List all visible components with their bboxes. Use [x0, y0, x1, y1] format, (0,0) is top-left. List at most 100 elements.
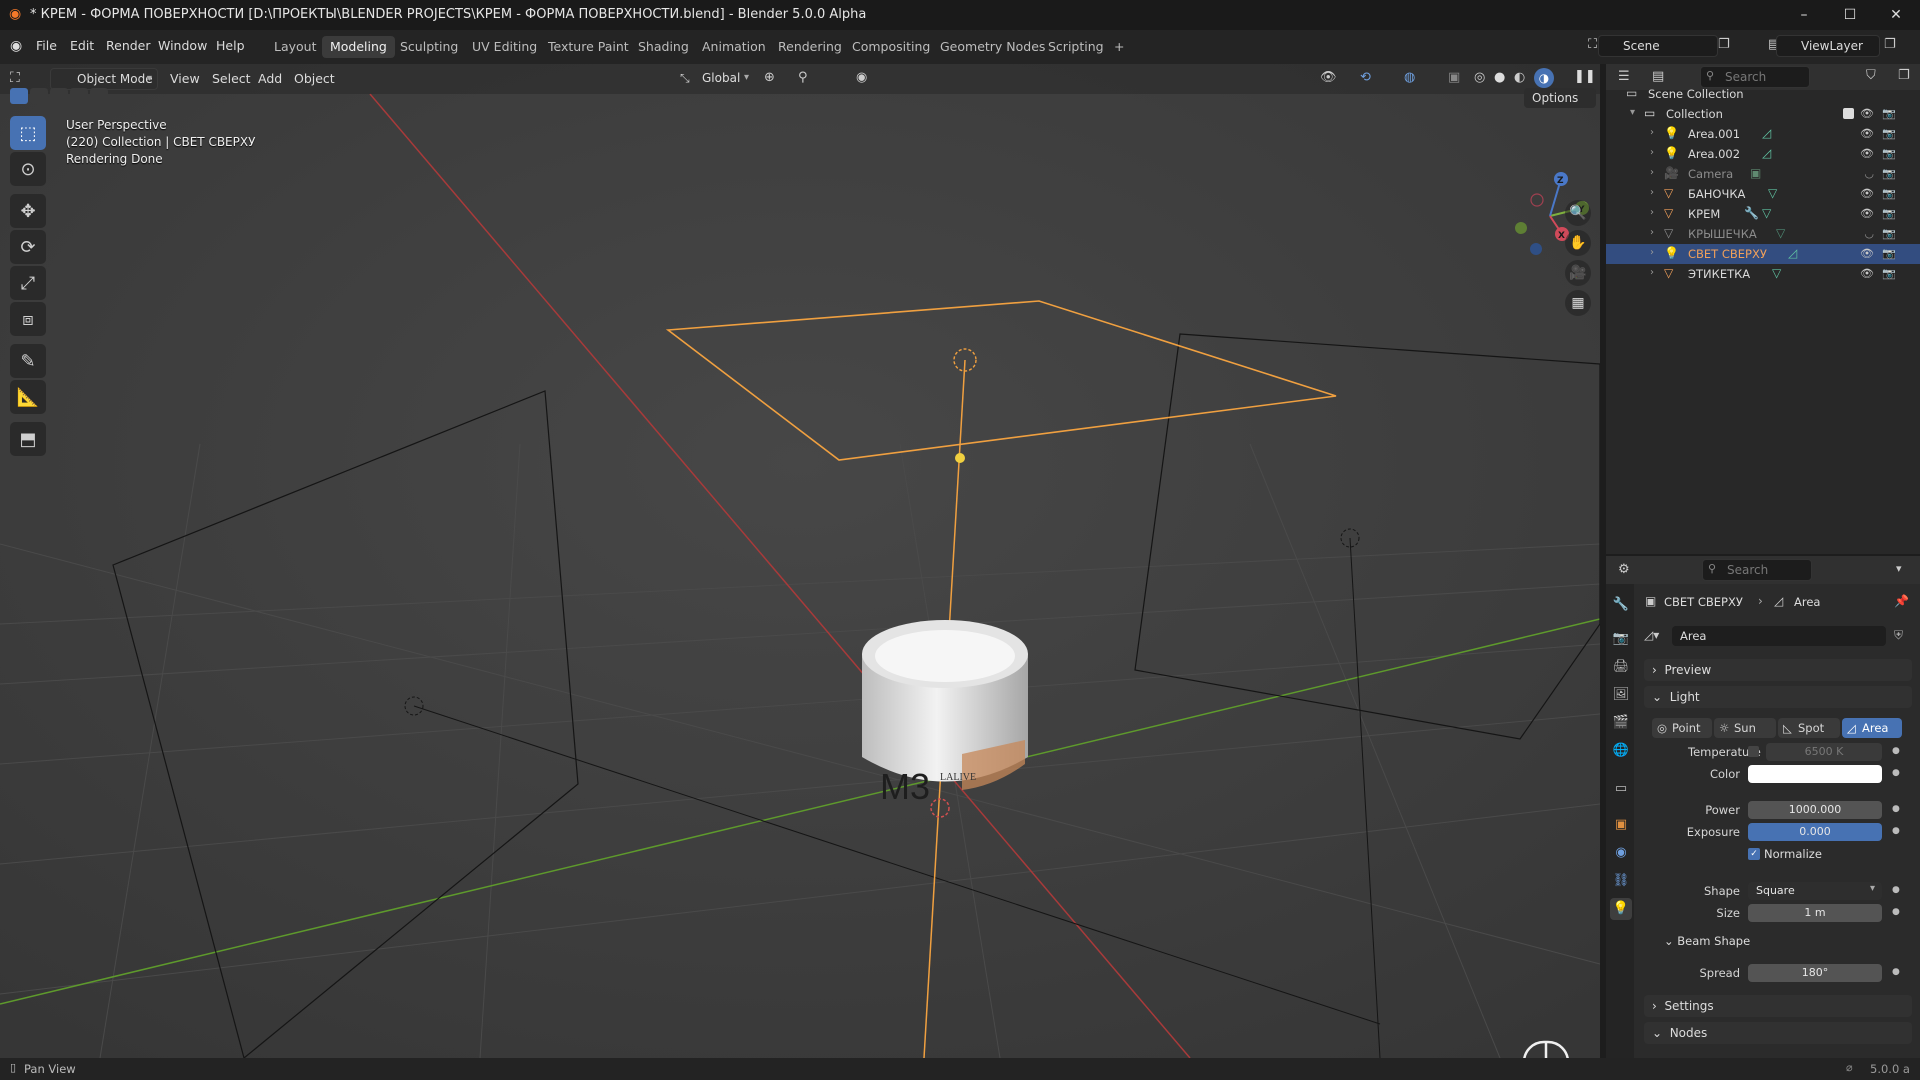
- gizmo-toggle-icon[interactable]: ⟲: [1360, 70, 1371, 85]
- pivot-icon[interactable]: ⊕: [764, 70, 775, 85]
- visibility-icon[interactable]: 👁: [1860, 267, 1874, 280]
- snap-icon[interactable]: ⚲: [798, 70, 808, 85]
- pan-view-icon[interactable]: ✋: [1565, 230, 1591, 256]
- menu-add[interactable]: Add: [258, 71, 282, 86]
- outliner-item-area-002[interactable]: › 💡 Area.002 ◿ 👁 📷: [1606, 144, 1920, 164]
- datablock-type-icon[interactable]: ◿▾: [1644, 628, 1659, 642]
- render-icon[interactable]: 📷: [1882, 247, 1896, 260]
- size-field[interactable]: 1 m: [1748, 904, 1882, 922]
- menu-view[interactable]: View: [170, 71, 200, 86]
- shading-material-icon[interactable]: ◐: [1514, 70, 1525, 85]
- editor-type-icon[interactable]: ⛶: [10, 70, 20, 86]
- expand-icon[interactable]: ›: [1650, 227, 1654, 238]
- cursor-tool-icon[interactable]: ⊙: [10, 152, 46, 186]
- 3d-viewport[interactable]: M3 LALIVE Y Z X: [0, 64, 1600, 1058]
- pause-render-icon[interactable]: ❚❚: [1574, 69, 1596, 84]
- exposure-field[interactable]: 0.000: [1748, 823, 1882, 841]
- collection-visibility-icon[interactable]: 👁: [1860, 107, 1874, 120]
- visibility-icon[interactable]: 👁: [1320, 70, 1337, 85]
- tab-world-icon[interactable]: 🌐: [1610, 740, 1632, 762]
- tab-compositing[interactable]: Compositing: [844, 36, 938, 58]
- new-scene-icon[interactable]: ❐: [1718, 37, 1730, 52]
- settings-panel-header[interactable]: › Settings: [1644, 995, 1912, 1017]
- hidden-icon[interactable]: ◡: [1864, 167, 1874, 180]
- tab-collection-icon[interactable]: ▭: [1610, 778, 1632, 800]
- visibility-icon[interactable]: 👁: [1860, 147, 1874, 160]
- tab-physics-icon[interactable]: ◉: [1610, 842, 1632, 864]
- properties-search-input[interactable]: Search: [1702, 559, 1812, 581]
- collection-row[interactable]: ▾ ▭ Collection 👁 📷: [1606, 104, 1920, 124]
- tab-view-layer-icon[interactable]: 🖼: [1610, 684, 1632, 706]
- beam-shape-subpanel-header[interactable]: ⌄ Beam Shape: [1664, 934, 1750, 948]
- select-box-tool-icon[interactable]: ⬚: [10, 116, 46, 150]
- outliner-item-svet-sverkhu[interactable]: › 💡 СВЕТ СВЕРХУ ◿ 👁 📷: [1606, 244, 1920, 264]
- menu-help[interactable]: Help: [216, 38, 245, 53]
- light-type-sun[interactable]: ☼ Sun: [1714, 718, 1776, 738]
- scene-selector[interactable]: Scene: [1598, 35, 1718, 57]
- menu-object[interactable]: Object: [294, 71, 335, 86]
- menu-file[interactable]: File: [36, 38, 57, 53]
- scale-tool-icon[interactable]: ⤢: [10, 266, 46, 300]
- properties-editor-icon[interactable]: ⚙: [1618, 562, 1630, 577]
- shading-solid-icon[interactable]: ●: [1494, 70, 1505, 85]
- normalize-checkbox[interactable]: ✓: [1748, 848, 1760, 860]
- collection-include-checkbox[interactable]: [1843, 108, 1854, 119]
- annotate-tool-icon[interactable]: ✎: [10, 344, 46, 378]
- color-swatch[interactable]: [1748, 765, 1882, 783]
- expand-icon[interactable]: ›: [1650, 127, 1654, 138]
- select-new-icon[interactable]: [10, 88, 28, 104]
- light-panel-header[interactable]: ⌄ Light: [1644, 686, 1912, 708]
- keyframe-dot-icon[interactable]: ●: [1892, 826, 1900, 836]
- transform-tool-icon[interactable]: ⧈: [10, 302, 46, 336]
- new-collection-icon[interactable]: ❐: [1898, 68, 1910, 83]
- shading-wireframe-icon[interactable]: ◎: [1474, 70, 1485, 85]
- overlay-toggle-icon[interactable]: ◍: [1404, 70, 1415, 85]
- outliner-display-mode-icon[interactable]: ▤: [1652, 69, 1664, 84]
- menu-edit[interactable]: Edit: [70, 38, 94, 53]
- maximize-button[interactable]: ☐: [1828, 4, 1872, 26]
- expand-icon[interactable]: ›: [1650, 247, 1654, 258]
- shading-rendered-icon[interactable]: ◑: [1534, 68, 1554, 88]
- tab-texture-paint[interactable]: Texture Paint: [540, 36, 637, 58]
- render-icon[interactable]: 📷: [1882, 127, 1896, 140]
- keyframe-dot-icon[interactable]: ●: [1892, 885, 1900, 895]
- render-icon[interactable]: 📷: [1882, 167, 1896, 180]
- tab-rendering[interactable]: Rendering: [770, 36, 850, 58]
- outliner-editor-icon[interactable]: ☰: [1618, 69, 1630, 84]
- add-cube-tool-icon[interactable]: ⬒: [10, 422, 46, 456]
- object-mode-dropdown[interactable]: Object Mode: [50, 68, 158, 90]
- expand-icon[interactable]: ›: [1650, 207, 1654, 218]
- spread-field[interactable]: 180°: [1748, 964, 1882, 982]
- outliner-item-area-001[interactable]: › 💡 Area.001 ◿ 👁 📷: [1606, 124, 1920, 144]
- power-field[interactable]: 1000.000: [1748, 801, 1882, 819]
- visibility-icon[interactable]: 👁: [1860, 187, 1874, 200]
- tab-sculpting[interactable]: Sculpting: [392, 36, 466, 58]
- select-extend-icon[interactable]: [30, 88, 48, 104]
- render-icon[interactable]: 📷: [1882, 207, 1896, 220]
- move-tool-icon[interactable]: ✥: [10, 194, 46, 228]
- collection-render-icon[interactable]: 📷: [1882, 107, 1896, 120]
- outliner-item-camera[interactable]: › 🎥 Camera ▣ ◡ 📷: [1606, 164, 1920, 184]
- zoom-view-icon[interactable]: 🔍: [1565, 200, 1591, 226]
- filter-icon[interactable]: ⛉: [1866, 68, 1876, 83]
- camera-view-icon[interactable]: 🎥: [1565, 260, 1591, 286]
- keyframe-dot-icon[interactable]: ●: [1892, 907, 1900, 917]
- xray-toggle-icon[interactable]: ▣: [1448, 70, 1460, 85]
- light-type-point[interactable]: ◎ Point: [1652, 718, 1712, 738]
- tab-layout[interactable]: Layout: [266, 36, 325, 58]
- outliner-item-banochka[interactable]: › ▽ БАНОЧКА ▽ 👁 📷: [1606, 184, 1920, 204]
- tab-geometry-nodes[interactable]: Geometry Nodes: [932, 36, 1053, 58]
- menu-select[interactable]: Select: [212, 71, 251, 86]
- tab-scripting[interactable]: Scripting: [1040, 36, 1112, 58]
- expand-icon[interactable]: ›: [1650, 267, 1654, 278]
- temperature-field[interactable]: 6500 K: [1766, 743, 1882, 761]
- measure-tool-icon[interactable]: 📐: [10, 380, 46, 414]
- select-intersect-icon[interactable]: [90, 88, 108, 104]
- datablock-name-field[interactable]: Area: [1672, 626, 1886, 646]
- rotate-tool-icon[interactable]: ⟳: [10, 230, 46, 264]
- tab-output-icon[interactable]: 🖨: [1610, 656, 1632, 678]
- light-target-handle[interactable]: [955, 453, 965, 463]
- blender-menu-icon[interactable]: ◉: [10, 38, 22, 54]
- outliner-item-etiketka[interactable]: › ▽ ЭТИКЕТКА ▽ 👁 📷: [1606, 264, 1920, 284]
- transform-orientation-dropdown[interactable]: Global: [676, 68, 754, 90]
